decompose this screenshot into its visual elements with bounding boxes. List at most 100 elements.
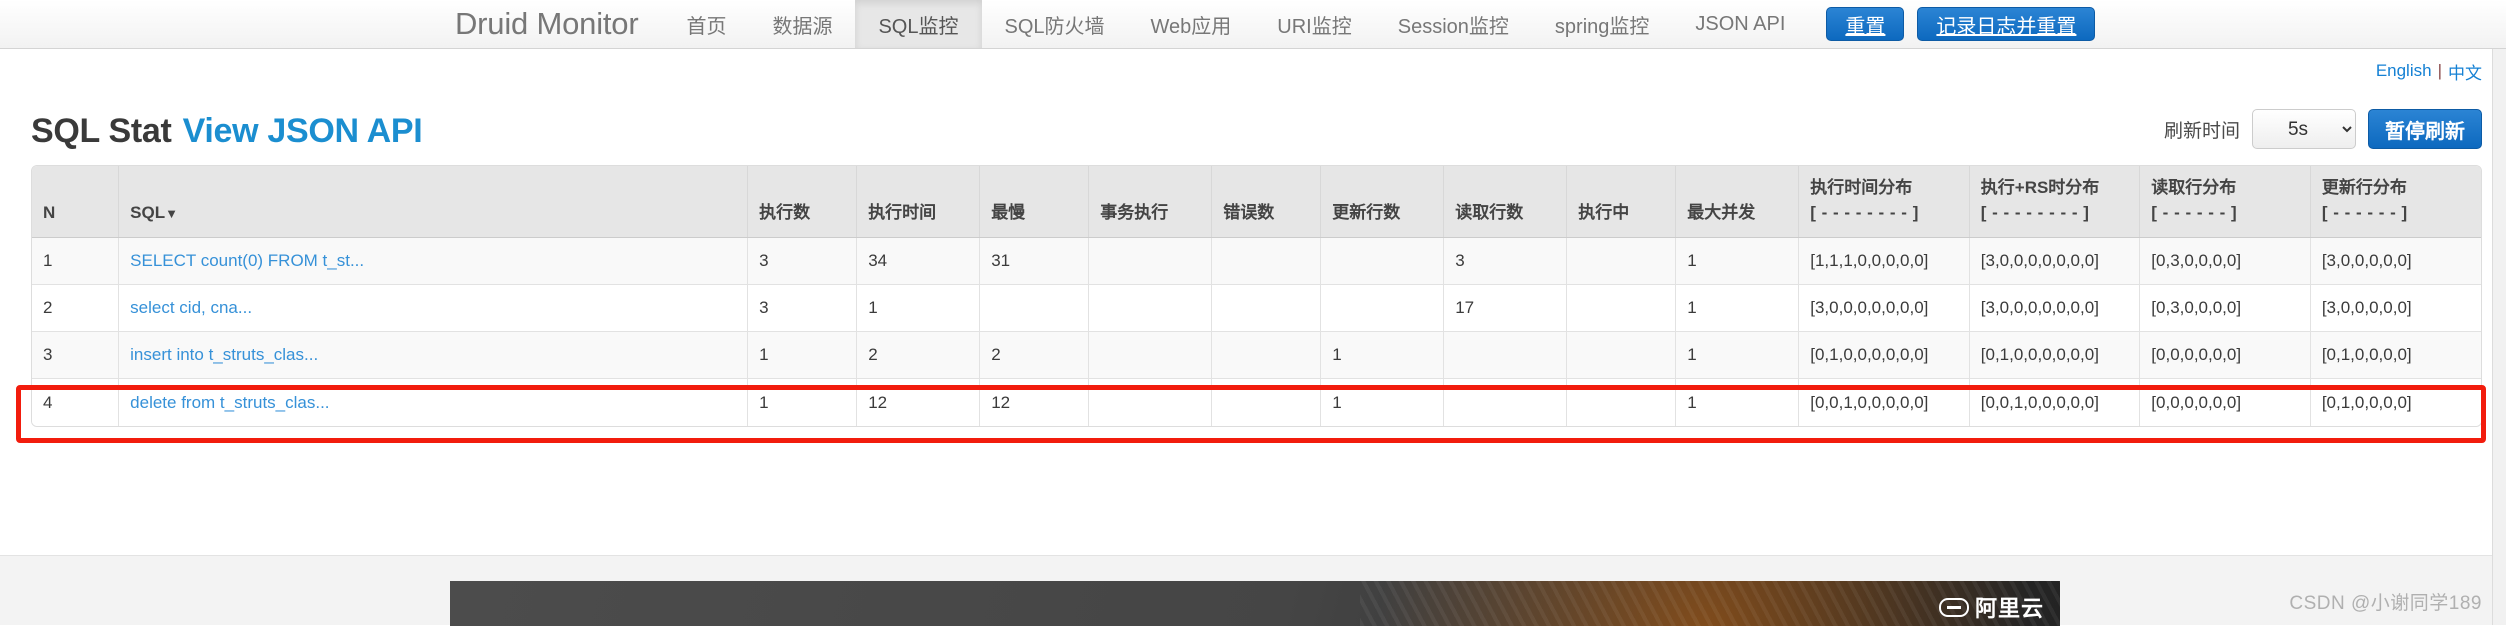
aliyun-logo: 阿里云 (1939, 591, 2044, 623)
cell-in_transaction (1089, 379, 1212, 426)
nav-item-5[interactable]: URI监控 (1254, 0, 1374, 48)
column-header-exec_count: 执行数 (748, 166, 857, 238)
column-header-sublabel: [ - - - - - - - - ] (1981, 201, 2129, 226)
table-row[interactable]: 1SELECT count(0) FROM t_st...3343131[1,1… (32, 238, 2481, 285)
cell-sql[interactable]: SELECT count(0) FROM t_st... (119, 238, 748, 285)
cell-exec_count: 1 (748, 379, 857, 426)
cell-n: 1 (32, 238, 119, 285)
brand-title: Druid Monitor (455, 0, 663, 48)
nav-item-7[interactable]: spring监控 (1532, 0, 1672, 48)
cell-update_row_hist: [3,0,0,0,0,0] (2310, 238, 2481, 285)
column-header-label: 执行时间分布 (1810, 178, 1912, 197)
page-scrollbar[interactable] (2492, 49, 2506, 625)
refresh-controls: 刷新时间 5s 暂停刷新 (2164, 109, 2482, 151)
column-header-slowest: 最慢 (980, 166, 1089, 238)
cell-fetch_count: 17 (1444, 285, 1567, 332)
cell-exec_rs_hist: [0,0,1,0,0,0,0,0] (1969, 379, 2140, 426)
page-title: SQL StatView JSON API (31, 112, 422, 151)
cell-fetch_count (1444, 379, 1567, 426)
cell-update_row_hist: [0,1,0,0,0,0] (2310, 379, 2481, 426)
cell-exec_time_hist: [0,1,0,0,0,0,0,0] (1799, 332, 1970, 379)
cell-max_concurrent: 1 (1676, 238, 1799, 285)
cell-error_count (1212, 285, 1321, 332)
nav-item-0[interactable]: 首页 (663, 0, 749, 48)
cell-update_count (1321, 285, 1444, 332)
cell-error_count (1212, 332, 1321, 379)
cell-exec_rs_hist: [3,0,0,0,0,0,0,0] (1969, 238, 2140, 285)
cell-update_count: 1 (1321, 332, 1444, 379)
table-row[interactable]: 2select cid, cna...31171[3,0,0,0,0,0,0,0… (32, 285, 2481, 332)
sql-detail-link[interactable]: delete from t_struts_clas... (130, 393, 329, 412)
cell-slowest: 31 (980, 238, 1089, 285)
sql-detail-link[interactable]: insert into t_struts_clas... (130, 345, 318, 364)
refresh-interval-select[interactable]: 5s (2252, 109, 2356, 149)
pause-refresh-button[interactable]: 暂停刷新 (2368, 109, 2482, 149)
cell-exec_time: 1 (857, 285, 980, 332)
reset-button[interactable]: 重置 (1826, 7, 1904, 41)
sql-detail-link[interactable]: select cid, cna... (130, 298, 252, 317)
cell-exec_time: 12 (857, 379, 980, 426)
column-header-label: N (43, 203, 55, 222)
sql-detail-link[interactable]: SELECT count(0) FROM t_st... (130, 251, 364, 270)
column-header-sql[interactable]: SQL▼ (119, 166, 748, 238)
column-header-in_transaction: 事务执行 (1089, 166, 1212, 238)
column-header-update_row_hist: 更新行分布[ - - - - - - ] (2310, 166, 2481, 238)
column-header-update_count: 更新行数 (1321, 166, 1444, 238)
cell-sql[interactable]: insert into t_struts_clas... (119, 332, 748, 379)
page-header: SQL StatView JSON API 刷新时间 5s 暂停刷新 (0, 93, 2506, 151)
column-header-fetch_count: 读取行数 (1444, 166, 1567, 238)
refresh-interval-label: 刷新时间 (2164, 116, 2240, 143)
sql-stat-table-wrapper: NSQL▼执行数执行时间最慢事务执行错误数更新行数读取行数执行中最大并发执行时间… (31, 165, 2482, 427)
ad-banner[interactable]: 阿里云 (450, 581, 2060, 626)
table-row[interactable]: 4delete from t_struts_clas...1121211[0,0… (32, 379, 2481, 426)
cell-in_transaction (1089, 285, 1212, 332)
cell-exec_count: 3 (748, 285, 857, 332)
cell-exec_rs_hist: [0,1,0,0,0,0,0,0] (1969, 332, 2140, 379)
column-header-label: 执行中 (1578, 203, 1629, 222)
cell-exec_rs_hist: [3,0,0,0,0,0,0,0] (1969, 285, 2140, 332)
cell-sql[interactable]: delete from t_struts_clas... (119, 379, 748, 426)
column-header-max_concurrent: 最大并发 (1676, 166, 1799, 238)
column-header-label: 错误数 (1223, 203, 1274, 222)
nav-item-4[interactable]: Web应用 (1128, 0, 1255, 48)
cell-update_count (1321, 238, 1444, 285)
nav-item-3[interactable]: SQL防火墙 (982, 0, 1128, 48)
column-header-label: 最慢 (991, 203, 1025, 222)
cell-slowest: 2 (980, 332, 1089, 379)
cell-exec_time_hist: [0,0,1,0,0,0,0,0] (1799, 379, 1970, 426)
cell-running (1567, 238, 1676, 285)
lang-english-link[interactable]: English (2376, 61, 2432, 81)
cell-error_count (1212, 379, 1321, 426)
column-header-label: SQL (130, 203, 165, 222)
cell-in_transaction (1089, 238, 1212, 285)
column-header-exec_time_hist: 执行时间分布[ - - - - - - - - ] (1799, 166, 1970, 238)
table-header-row: NSQL▼执行数执行时间最慢事务执行错误数更新行数读取行数执行中最大并发执行时间… (32, 166, 2481, 238)
table-row[interactable]: 3insert into t_struts_clas...12211[0,1,0… (32, 332, 2481, 379)
cell-fetch_row_hist: [0,3,0,0,0,0] (2140, 238, 2311, 285)
nav-item-8[interactable]: JSON API (1672, 0, 1808, 48)
nav-item-2[interactable]: SQL监控 (855, 0, 981, 48)
cell-running (1567, 379, 1676, 426)
cell-sql[interactable]: select cid, cna... (119, 285, 748, 332)
cell-slowest (980, 285, 1089, 332)
cell-fetch_count: 3 (1444, 238, 1567, 285)
bottom-area: 阿里云 (0, 555, 2506, 625)
nav-items: 首页数据源SQL监控SQL防火墙Web应用URI监控Session监控sprin… (663, 0, 1808, 48)
column-header-error_count: 错误数 (1212, 166, 1321, 238)
view-json-api-link[interactable]: View JSON API (183, 112, 423, 150)
column-header-label: 执行数 (759, 203, 810, 222)
cell-n: 3 (32, 332, 119, 379)
cell-exec_time: 34 (857, 238, 980, 285)
sort-descending-icon[interactable]: ▼ (165, 206, 178, 221)
cell-update_row_hist: [3,0,0,0,0,0] (2310, 285, 2481, 332)
cell-n: 4 (32, 379, 119, 426)
cell-update_count: 1 (1321, 379, 1444, 426)
cell-n: 2 (32, 285, 119, 332)
cell-exec_time: 2 (857, 332, 980, 379)
cell-fetch_count (1444, 332, 1567, 379)
column-header-label: 读取行分布 (2151, 178, 2236, 197)
nav-item-1[interactable]: 数据源 (749, 0, 855, 48)
log-and-reset-button[interactable]: 记录日志并重置 (1917, 7, 2095, 41)
nav-item-6[interactable]: Session监控 (1375, 0, 1532, 48)
lang-chinese-link[interactable]: 中文 (2448, 59, 2482, 84)
